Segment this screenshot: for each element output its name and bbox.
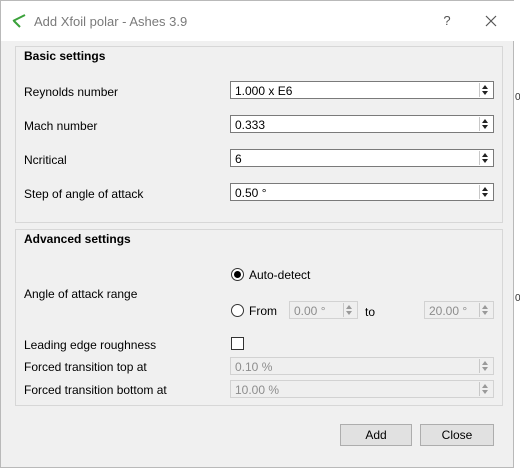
aoa-to-spinbox[interactable]: 20.00 ° [424, 301, 494, 319]
transition-top-label: Forced transition top at [24, 360, 147, 374]
mach-value: 0.333 [235, 118, 266, 132]
ncritical-label: Ncritical [24, 153, 67, 167]
step-aoa-stepper[interactable] [479, 185, 491, 199]
add-button[interactable]: Add [340, 424, 412, 446]
reynolds-label: Reynolds number [24, 85, 119, 99]
background-edge-text: 0 [515, 293, 520, 304]
add-xfoil-polar-dialog: Add Xfoil polar - Ashes 3.9 ? Basic sett… [0, 0, 515, 468]
to-label: to [365, 305, 376, 319]
close-button[interactable]: Close [420, 424, 494, 446]
roughness-checkbox[interactable] [231, 337, 244, 350]
close-window-icon[interactable] [481, 11, 501, 31]
basic-settings-title: Basic settings [24, 49, 106, 63]
transition-top-stepper[interactable] [479, 359, 491, 373]
ashes-app-icon [11, 12, 27, 28]
roughness-label: Leading edge roughness [24, 338, 157, 352]
ncritical-stepper[interactable] [479, 151, 491, 165]
background-edge-text: 0 [515, 92, 520, 103]
ncritical-spinbox[interactable]: 6 [230, 149, 494, 167]
auto-detect-radio[interactable] [231, 268, 244, 281]
aoa-to-stepper[interactable] [479, 303, 491, 317]
help-button[interactable]: ? [437, 11, 457, 31]
reynolds-value: 1.000 x E6 [235, 84, 293, 98]
aoa-range-label: Angle of attack range [24, 287, 138, 301]
mach-stepper[interactable] [479, 117, 491, 131]
transition-bottom-label: Forced transition bottom at [24, 383, 167, 397]
advanced-settings-title: Advanced settings [24, 232, 131, 246]
aoa-to-value: 20.00 ° [429, 304, 468, 318]
mach-spinbox[interactable]: 0.333 [230, 115, 494, 133]
reynolds-spinbox[interactable]: 1.000 x E6 [230, 81, 494, 99]
aoa-from-stepper[interactable] [343, 303, 355, 317]
ncritical-value: 6 [235, 152, 242, 166]
aoa-from-value: 0.00 ° [294, 304, 326, 318]
window-title: Add Xfoil polar - Ashes 3.9 [34, 14, 188, 29]
from-radio[interactable] [231, 304, 244, 317]
transition-bottom-spinbox[interactable]: 10.00 % [230, 380, 494, 398]
transition-top-value: 0.10 % [235, 360, 273, 374]
mach-label: Mach number [24, 119, 98, 133]
transition-bottom-stepper[interactable] [479, 382, 491, 396]
step-aoa-label: Step of angle of attack [24, 187, 144, 201]
transition-top-spinbox[interactable]: 0.10 % [230, 357, 494, 375]
reynolds-stepper[interactable] [479, 83, 491, 97]
from-label[interactable]: From [249, 304, 277, 318]
aoa-from-spinbox[interactable]: 0.00 ° [289, 301, 358, 319]
transition-bottom-value: 10.00 % [235, 383, 280, 397]
step-aoa-spinbox[interactable]: 0.50 ° [230, 183, 494, 201]
step-aoa-value: 0.50 ° [235, 186, 267, 200]
auto-detect-label[interactable]: Auto-detect [249, 268, 310, 282]
title-bar: Add Xfoil polar - Ashes 3.9 ? [1, 1, 515, 41]
